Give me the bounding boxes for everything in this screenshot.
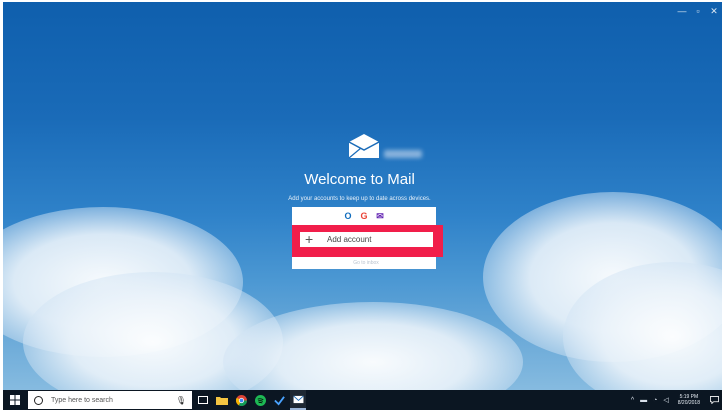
- notification-center-icon[interactable]: [706, 390, 722, 410]
- yahoo-icon: ✉: [376, 211, 384, 221]
- maximize-button[interactable]: ▫: [691, 6, 705, 16]
- google-icon: G: [360, 211, 368, 221]
- welcome-subtitle: Add your accounts to keep up to date acr…: [288, 196, 431, 202]
- mail-logo-icon: [347, 133, 381, 159]
- taskbar-search-box[interactable]: Type here to search 🎙: [28, 391, 192, 409]
- taskbar: Type here to search 🎙 ^ ▬ ◔ ◁ 5:19 PM 8/…: [3, 390, 722, 410]
- clock[interactable]: 5:19 PM 8/20/2018: [678, 394, 700, 406]
- chevron-up-icon[interactable]: ^: [631, 397, 634, 404]
- go-to-inbox-link[interactable]: Go to inbox: [296, 260, 436, 266]
- volume-icon[interactable]: ◁: [663, 396, 668, 404]
- blurred-region: [384, 150, 422, 158]
- cortana-icon: [34, 395, 43, 405]
- windows-logo-icon: [10, 395, 20, 405]
- start-button[interactable]: [6, 390, 24, 410]
- add-account-button[interactable]: + Add account: [300, 232, 433, 247]
- system-tray: ^ ▬ ◔ ◁ 5:19 PM 8/20/2018: [628, 390, 722, 410]
- spotify-icon[interactable]: [252, 390, 268, 410]
- add-account-label: Add account: [327, 235, 372, 244]
- todo-check-icon[interactable]: [271, 390, 287, 410]
- outlook-icon: O: [344, 211, 352, 221]
- welcome-title: Welcome to Mail: [304, 171, 415, 188]
- microphone-icon[interactable]: 🎙: [176, 396, 186, 405]
- mail-taskbar-icon[interactable]: [290, 390, 306, 410]
- plus-icon: +: [305, 231, 314, 247]
- search-placeholder: Type here to search: [51, 396, 113, 404]
- file-explorer-icon[interactable]: [214, 390, 230, 410]
- close-button[interactable]: ✕: [707, 6, 721, 16]
- battery-icon[interactable]: ▬: [640, 397, 647, 404]
- network-icon[interactable]: ◔: [653, 397, 657, 404]
- chrome-icon[interactable]: [233, 390, 249, 410]
- clock-date: 8/20/2018: [677, 400, 700, 406]
- minimize-button[interactable]: —: [675, 6, 689, 16]
- task-view-icon[interactable]: [195, 390, 211, 410]
- service-icons: O G ✉: [292, 210, 436, 222]
